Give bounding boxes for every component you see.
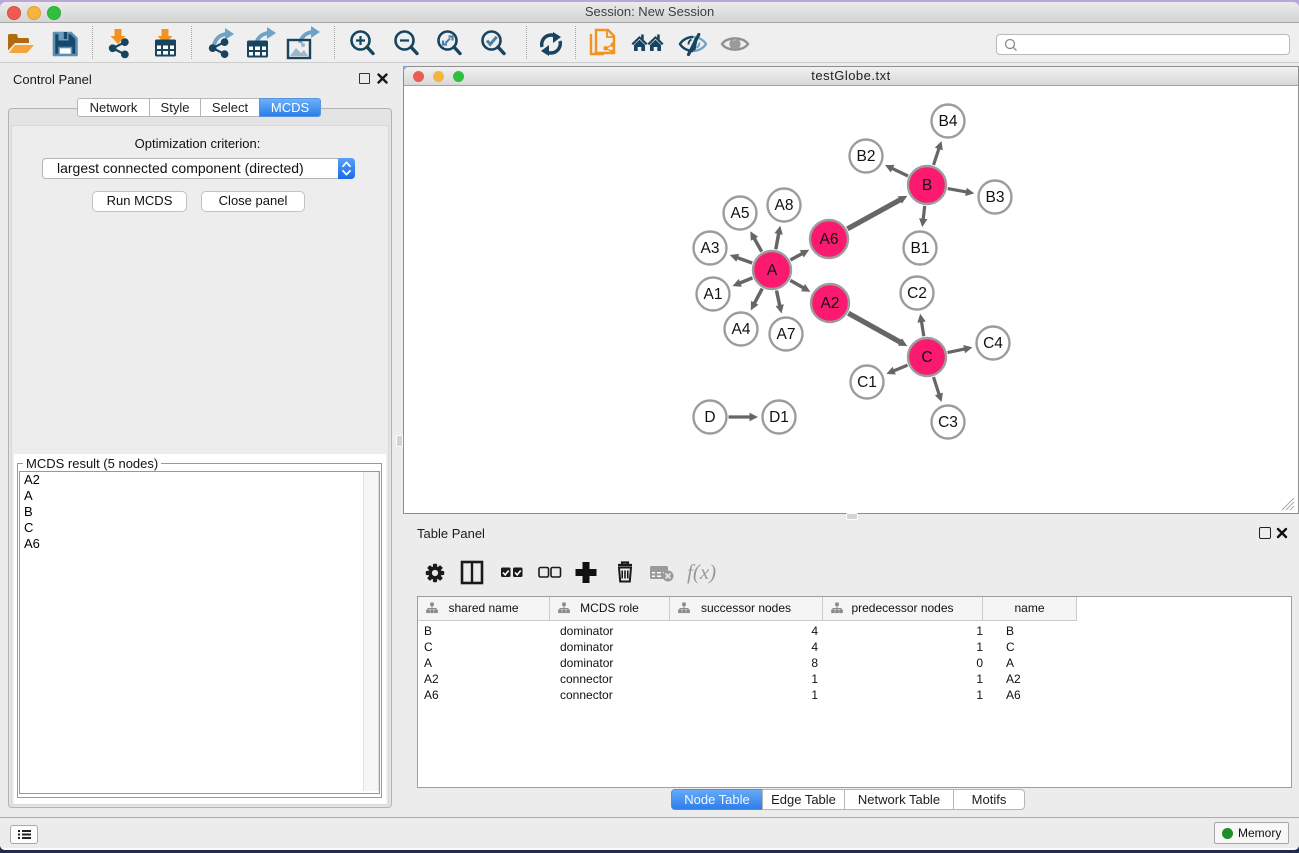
svg-text:D: D: [704, 409, 715, 426]
svg-text:B3: B3: [986, 189, 1005, 206]
svg-text:B: B: [922, 177, 932, 194]
svg-text:A: A: [767, 262, 778, 279]
svg-text:A7: A7: [777, 326, 796, 343]
svg-text:A1: A1: [704, 286, 723, 303]
svg-text:C: C: [921, 349, 932, 366]
svg-text:D1: D1: [769, 409, 789, 426]
svg-text:C3: C3: [938, 414, 958, 431]
svg-text:A3: A3: [701, 240, 720, 257]
svg-text:C4: C4: [983, 335, 1003, 352]
svg-text:A8: A8: [775, 197, 794, 214]
svg-text:C1: C1: [857, 374, 877, 391]
svg-text:f(x): f(x): [687, 560, 716, 584]
svg-text:B1: B1: [911, 240, 930, 257]
svg-text:A2: A2: [821, 295, 840, 312]
svg-text:B2: B2: [857, 148, 876, 165]
svg-text:A4: A4: [732, 321, 751, 338]
svg-text:A5: A5: [731, 205, 750, 222]
svg-text:C2: C2: [907, 285, 927, 302]
svg-text:A6: A6: [820, 231, 839, 248]
svg-text:B4: B4: [939, 113, 958, 130]
